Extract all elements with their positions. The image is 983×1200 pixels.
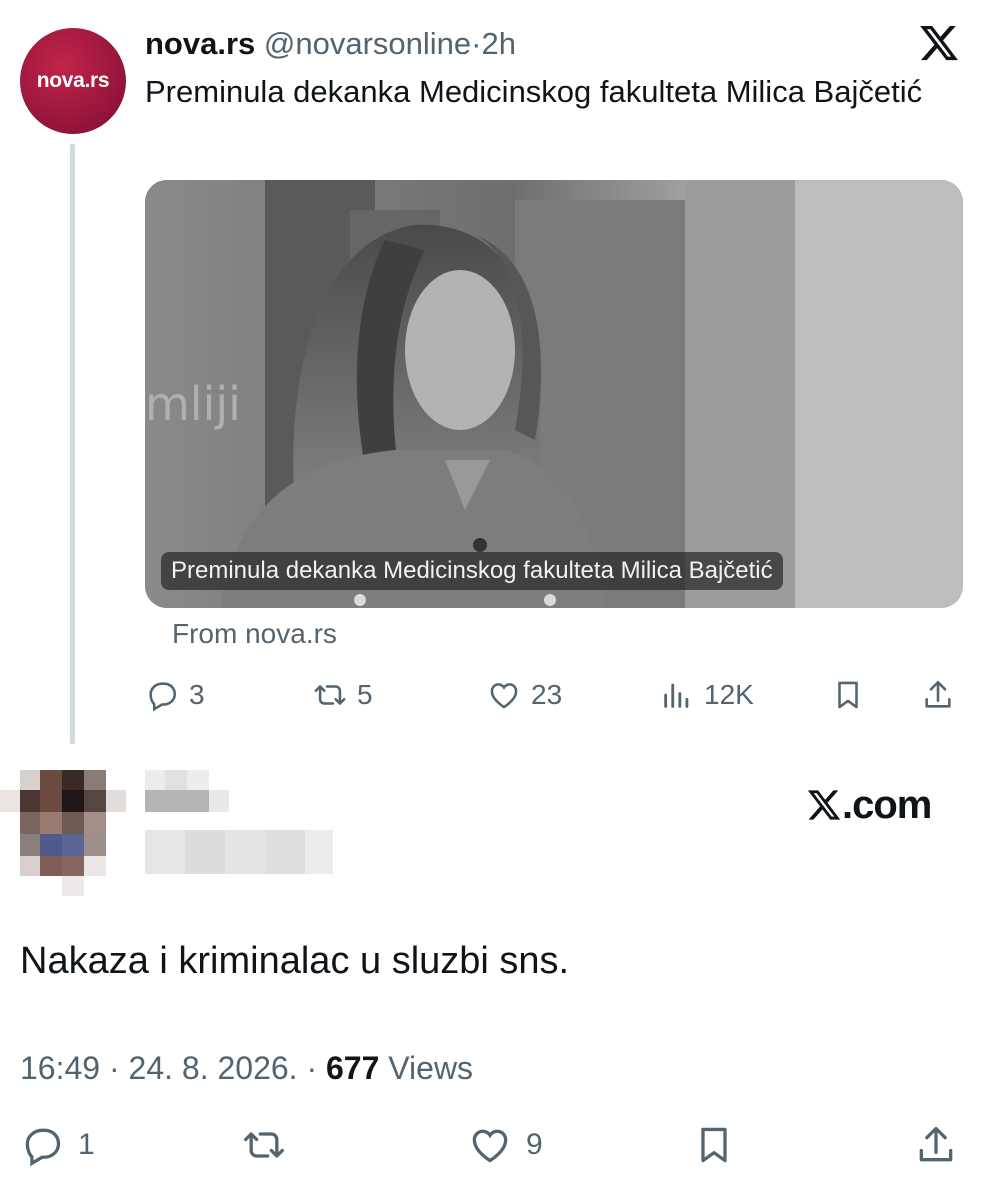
retweet-icon — [244, 1132, 284, 1158]
reply-share-button[interactable] — [914, 1120, 972, 1170]
author-handle[interactable]: @novarsonline — [264, 26, 471, 61]
source-link[interactable]: From nova.rs — [172, 618, 337, 650]
tweet-text: Preminula dekanka Medicinskog fakulteta … — [145, 74, 923, 109]
media-photo: mliji — [145, 180, 963, 608]
reply-views-label: Views — [388, 1050, 474, 1086]
author-avatar[interactable]: nova.rs — [20, 28, 126, 134]
reply-action-bar: 1 9 — [20, 1120, 963, 1170]
views-count: 12K — [704, 679, 754, 710]
views-icon — [664, 683, 689, 708]
author-name[interactable]: nova.rs — [145, 26, 255, 61]
reply-icon — [149, 682, 177, 712]
reply-like-button[interactable]: 9 — [468, 1120, 543, 1170]
tweet-media-image[interactable]: mliji Preminula dekanka Medicinskog faku… — [145, 180, 963, 608]
share-button[interactable] — [921, 672, 965, 718]
tweet-header: nova.rs @novarsonline·2h — [145, 24, 516, 64]
meta-dot: · — [108, 1050, 120, 1086]
reply-time[interactable]: 16:49 — [20, 1050, 100, 1086]
reply-like-count: 9 — [526, 1128, 543, 1161]
reply-date[interactable]: 24. 8. 2026. — [129, 1050, 298, 1086]
tweet-action-bar: 3 5 23 12K — [145, 672, 963, 718]
svg-text:mliji: mliji — [145, 377, 241, 431]
thread-line — [70, 144, 75, 744]
reply-author-avatar[interactable] — [0, 770, 128, 898]
reply-reply-count: 1 — [78, 1128, 95, 1161]
reply-text: Nakaza i kriminalac u sluzbi sns. — [20, 940, 570, 982]
reply-count: 3 — [189, 679, 205, 710]
like-count: 23 — [531, 679, 563, 710]
reply-bookmark-button[interactable] — [692, 1120, 750, 1170]
reply-button[interactable]: 3 — [145, 672, 205, 718]
views-button[interactable]: 12K — [660, 672, 754, 718]
like-button[interactable]: 23 — [487, 672, 562, 718]
watermark-text: .com — [842, 782, 932, 827]
reply-reply-button[interactable]: 1 — [20, 1120, 95, 1170]
separator-dot: · — [471, 26, 482, 61]
media-caption: Preminula dekanka Medicinskog fakulteta … — [161, 552, 783, 590]
like-icon — [472, 1129, 508, 1163]
bookmark-icon — [838, 681, 858, 709]
reply-meta: 16:49 · 24. 8. 2026. · 677 Views — [20, 1050, 473, 1087]
retweet-count: 5 — [357, 679, 373, 710]
share-icon — [919, 1126, 953, 1162]
reply-icon — [25, 1128, 61, 1167]
tweet-time[interactable]: 2h — [482, 26, 516, 61]
x-logo-icon — [920, 25, 958, 61]
meta-dot: · — [306, 1050, 318, 1086]
x-logo-icon — [807, 790, 841, 820]
reply-retweet-button[interactable] — [242, 1120, 300, 1170]
bookmark-icon — [701, 1127, 727, 1163]
reply-author-name-blurred — [145, 770, 333, 874]
retweet-button[interactable]: 5 — [313, 672, 373, 718]
reply-views-count: 677 — [325, 1050, 380, 1086]
bookmark-button[interactable] — [831, 672, 875, 718]
share-icon — [925, 680, 951, 708]
like-icon — [490, 683, 518, 709]
x-com-watermark: .com — [806, 782, 932, 828]
retweet-icon — [314, 685, 346, 705]
avatar-logo-text: nova.rs — [36, 69, 110, 92]
